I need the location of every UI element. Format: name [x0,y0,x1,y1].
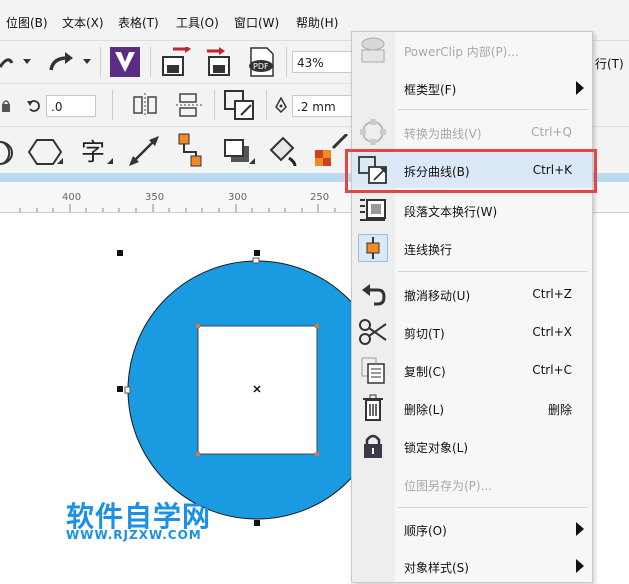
menu-item-frame-type[interactable]: 框类型(F) [352,70,592,106]
menu-item-label: PowerClip 内部(P)... [404,45,519,59]
mirror-vertical-icon[interactable] [172,90,206,120]
menu-item-convert-to-curves[interactable]: 转换为曲线(V) Ctrl+Q [352,114,592,150]
menu-item-shortcut: Ctrl+C [532,363,572,377]
menu-item-label: 连线换行 [404,243,453,257]
submenu-arrow-icon [576,522,584,536]
menu-item-shortcut: Ctrl+Z [532,287,572,301]
menu-item-label: 转换为曲线(V) [404,127,482,141]
rotation-angle-field[interactable]: .0 [46,95,96,117]
menu-item-order[interactable]: 顺序(O) [352,511,592,547]
menu-item-delete[interactable]: 删除(L) 删除 [352,390,592,426]
menu-item-undo-move[interactable]: 撤消移动(U) Ctrl+Z [352,276,592,312]
menu-item-label: 框类型(F) [404,83,457,97]
menu-tools[interactable]: 工具(O) [176,14,219,31]
lock-icon [358,432,388,460]
dimension-tool-icon[interactable] [126,133,166,169]
svg-text:字: 字 [81,138,105,166]
toolbar-divider [100,47,101,77]
menu-item-label: 对象样式(S) [404,561,469,575]
redo-partial-icon[interactable] [0,51,14,73]
svg-text:PDF: PDF [253,62,269,71]
toolbar-divider [286,47,287,77]
outline-pen-icon [272,96,290,114]
menu-item-save-bitmap-as[interactable]: 位图另存为(P)... [352,466,592,502]
text-tool-icon[interactable]: 字 [76,133,116,169]
corel-connect-icon[interactable] [108,45,142,79]
menu-item-connector-wrap[interactable]: 连线换行 [352,230,592,266]
menu-item-label: 删除(L) [404,403,445,417]
menu-text[interactable]: 文本(X) [62,14,104,31]
menu-item-label: 复制(C) [404,365,446,379]
rotate-icon [26,98,42,114]
trash-icon [358,394,388,422]
menu-bitmap[interactable]: 位图(B) [6,14,48,31]
menu-item-label: 锁定对象(L) [404,441,469,455]
menu-item-copy[interactable]: 复制(C) Ctrl+C [352,352,592,388]
menu-item-label: 顺序(O) [404,524,447,538]
break-apart-icon[interactable] [222,88,258,122]
connector-wrap-icon [358,234,388,262]
highlight-annotation-box [345,149,597,193]
submenu-arrow-icon [576,81,584,95]
outline-width-field[interactable]: .2 mm [292,95,352,117]
menu-item-shortcut: Ctrl+X [532,325,572,339]
toolbar-divider [266,90,267,120]
convert-to-curves-icon [358,118,388,146]
lock-ratio-icon[interactable] [0,96,12,114]
chevron-down-icon[interactable] [22,57,32,67]
menu-item-powerclip-inside[interactable]: PowerClip 内部(P)... [352,32,592,68]
copy-icon [358,356,388,384]
menu-item-object-styles[interactable]: 对象样式(S) [352,548,592,584]
export-icon[interactable] [202,47,236,77]
submenu-arrow-icon [576,559,584,573]
undo-icon [358,280,388,308]
menu-item-lock-object[interactable]: 锁定对象(L) [352,428,592,464]
menu-divider [398,271,588,272]
ellipse-tool-icon[interactable] [0,137,18,167]
toolbar-divider [214,90,215,120]
publish-pdf-icon[interactable]: PDF [244,45,278,79]
toolbar-right-text[interactable]: 行(T) [595,55,624,72]
redo-icon[interactable] [46,49,76,75]
menu-item-paragraph-wrap[interactable]: 段落文本换行(W) [352,192,592,228]
menu-window[interactable]: 窗口(W) [234,14,279,31]
connector-tool-icon[interactable] [172,131,208,171]
drop-shadow-tool-icon[interactable] [218,133,258,169]
menu-item-cut[interactable]: 剪切(T) Ctrl+X [352,314,592,350]
import-icon[interactable] [158,47,192,77]
mirror-horizontal-icon[interactable] [128,90,162,120]
chevron-down-icon[interactable] [82,57,92,67]
polygon-tool-icon[interactable] [26,135,66,169]
context-menu: PowerClip 内部(P)... 框类型(F) 转换为曲线(V) Ctrl+… [351,31,593,583]
watermark-url: WWW.RJZXW.COM [66,528,202,542]
menu-help[interactable]: 帮助(H) [296,14,338,31]
zoom-level-field[interactable]: 43% [292,51,352,73]
menu-item-shortcut: 删除 [547,403,572,417]
fill-tool-icon[interactable] [264,133,304,169]
menu-divider [398,507,588,508]
scissors-icon [358,318,388,346]
toolbar-divider [150,47,151,77]
menu-table[interactable]: 表格(T) [118,14,159,31]
menu-item-label: 位图另存为(P)... [404,479,493,493]
menu-item-label: 段落文本换行(W) [404,205,498,219]
menu-item-label: 撤消移动(U) [404,289,471,303]
menu-divider [398,109,588,110]
toolbar-divider [112,90,113,120]
menu-item-label: 剪切(T) [404,327,445,341]
powerclip-icon [358,36,388,64]
paragraph-wrap-icon [358,196,388,224]
menu-item-shortcut: Ctrl+Q [531,125,572,139]
